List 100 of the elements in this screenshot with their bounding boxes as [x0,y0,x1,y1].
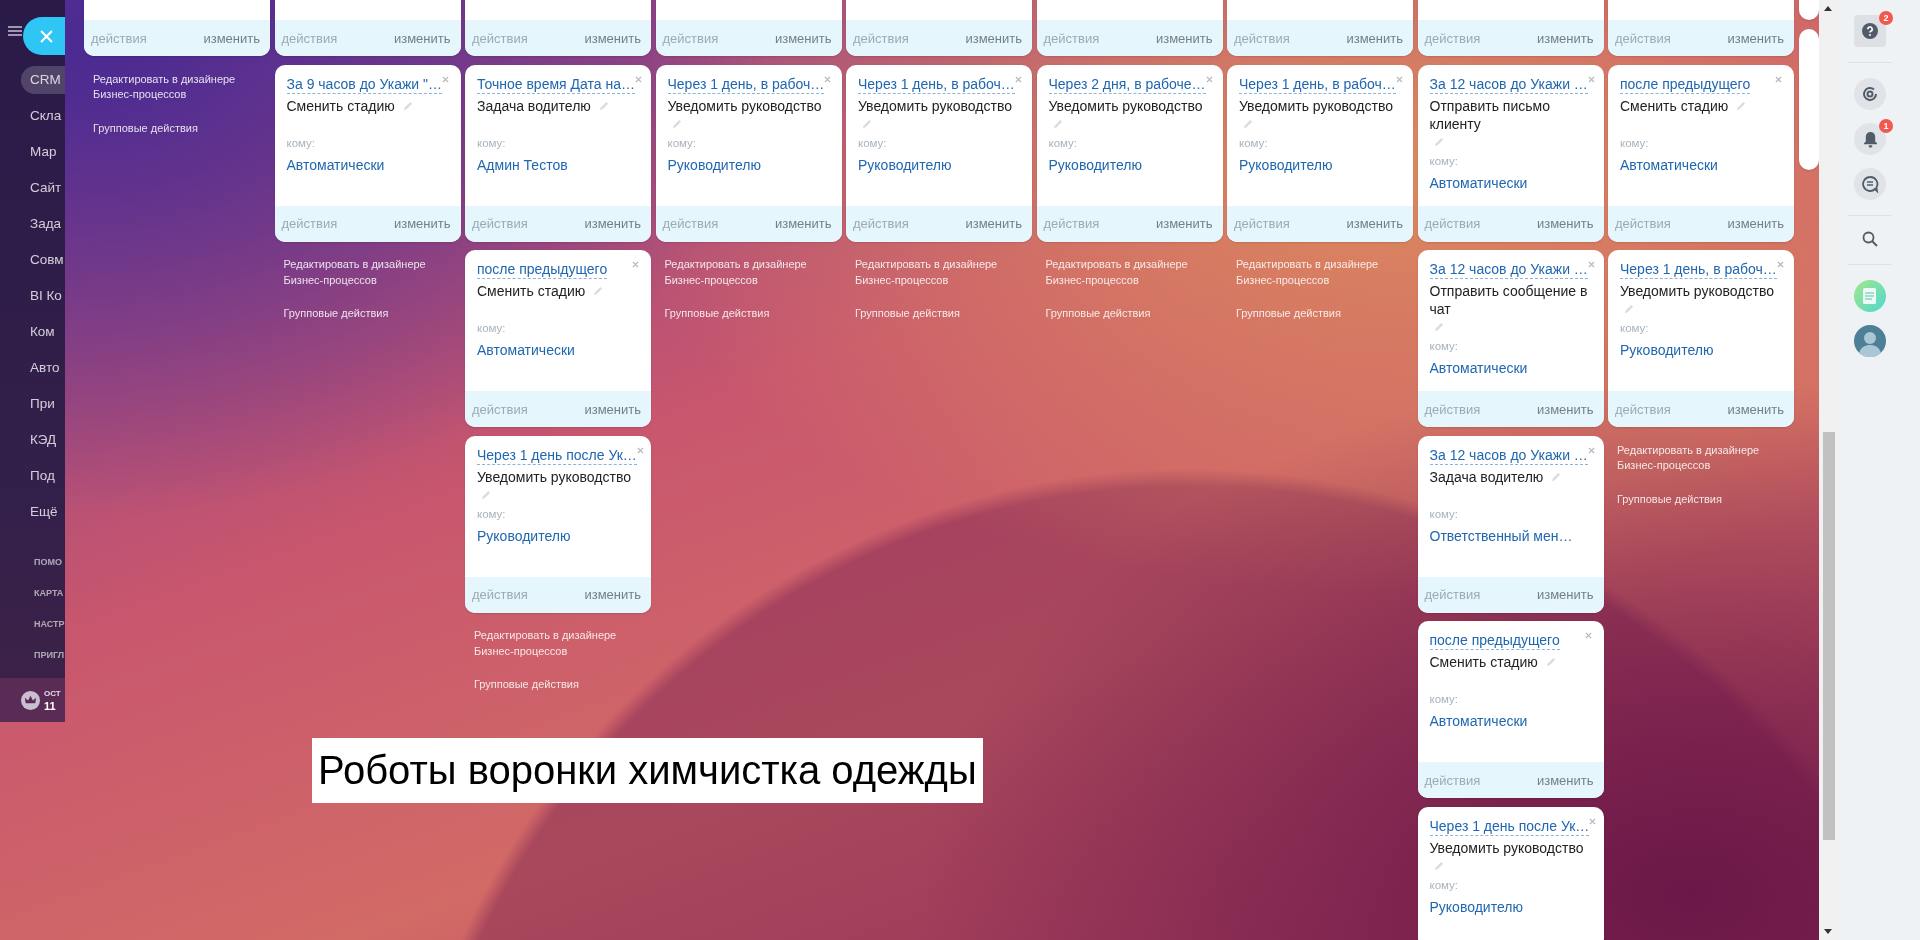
notifications-button[interactable] [1854,123,1886,155]
edit-link[interactable]: изменить [203,30,260,46]
edit-link[interactable]: изменить [965,216,1022,231]
pencil-icon[interactable] [480,489,491,501]
close-icon[interactable] [1395,75,1403,83]
recipient-link[interactable]: Ответственный мен… [1429,527,1573,544]
sidebar-item[interactable]: Скла [21,102,65,130]
recipient-link[interactable]: Автоматически [1429,360,1528,376]
edit-link[interactable]: изменить [584,30,641,46]
sidebar-item[interactable]: Авто [21,354,65,382]
recipient-link[interactable]: Руководителю [1239,156,1333,173]
edit-link[interactable]: изменить [965,30,1022,46]
edit-link[interactable]: изменить [1536,216,1594,231]
scrollbar[interactable] [1819,0,1837,940]
column-link[interactable]: Редактировать в дизайнере Бизнес-процессов [1045,257,1196,288]
edit-link[interactable]: изменить [1536,587,1594,602]
recipient-link[interactable]: Руководителю [477,527,571,544]
condition-link[interactable]: Точное время Дата на… [477,74,635,94]
close-button[interactable] [23,17,65,55]
close-icon[interactable] [1205,75,1213,83]
edit-link[interactable]: изменить [393,30,451,46]
sidebar-link[interactable]: ПОМО [34,547,65,578]
edit-link[interactable]: изменить [1727,216,1784,231]
edit-link[interactable]: изменить [1536,401,1594,417]
column-link[interactable]: Групповые действия [855,306,1005,322]
pencil-icon[interactable] [1051,118,1063,130]
column-link[interactable]: Групповые действия [1617,491,1767,507]
pencil-icon[interactable] [670,118,682,130]
sidebar-item[interactable]: Зада [21,210,65,238]
sidebar-item[interactable]: Мар [21,138,65,166]
pencil-icon[interactable] [597,100,609,112]
sidebar-link[interactable]: ПРИГЛ [34,640,65,671]
edit-link[interactable]: изменить [1727,401,1784,417]
condition-link[interactable]: Через 2 дня, в рабоче… [1048,74,1206,94]
edit-link[interactable]: изменить [1536,772,1594,788]
edit-link[interactable]: изменить [774,216,832,231]
edit-link[interactable]: изменить [393,216,451,231]
condition-link[interactable]: Через 1 день после Ук… [1429,816,1590,836]
column-link[interactable]: Редактировать в дизайнере Бизнес-процессов [855,257,1005,288]
column-link[interactable]: Групповые действия [1045,306,1196,322]
close-icon[interactable] [1776,261,1784,268]
column-link[interactable]: Редактировать в дизайнере Бизнес-процессов [1236,257,1386,288]
close-icon[interactable] [1587,261,1595,268]
pencil-icon[interactable] [861,118,872,130]
condition-link[interactable]: Через 1 день, в рабоч… [1620,260,1777,279]
pencil-icon[interactable] [1242,118,1253,130]
recipient-link[interactable]: Руководителю [858,156,952,173]
edit-link[interactable]: изменить [584,587,641,602]
edit-link[interactable]: изменить [1727,30,1784,46]
pencil-icon[interactable] [1550,471,1562,483]
condition-link[interactable]: Через 1 день, в рабоч… [667,74,825,94]
close-icon[interactable] [1587,75,1595,83]
condition-link[interactable]: За 12 часов до Укажи … [1429,74,1588,94]
condition-link[interactable]: Через 1 день, в рабоч… [1239,74,1396,94]
condition-link[interactable]: За 12 часов до Укажи … [1429,445,1588,465]
close-icon[interactable] [824,75,832,83]
recipient-link[interactable]: Руководителю [1429,898,1523,915]
column-link[interactable]: Редактировать в дизайнере Бизнес-процессов [474,628,624,659]
recipient-link[interactable]: Автоматически [1429,713,1528,729]
column-link[interactable]: Редактировать в дизайнере Бизнес-процессов [283,257,434,288]
document-icon[interactable] [1854,280,1886,312]
sidebar-item[interactable]: Ещё [21,498,65,526]
close-icon[interactable] [632,261,639,268]
column-link[interactable]: Групповые действия [474,677,624,693]
close-icon[interactable] [1584,632,1592,639]
recipient-link[interactable]: Автоматически [1620,156,1718,173]
recipient-link[interactable]: Автоматически [477,342,575,358]
column-link[interactable]: Групповые действия [1236,306,1386,322]
chat-button[interactable] [1854,168,1886,200]
edit-link[interactable]: изменить [1155,216,1213,231]
condition-link[interactable]: после предыдущего [1620,74,1751,94]
column-link[interactable]: Редактировать в дизайнере Бизнес-процессов [1617,442,1767,474]
scrollbar-thumb[interactable] [1823,432,1835,840]
condition-link[interactable]: За 12 часов до Укажи … [1429,260,1588,279]
column-link[interactable]: Групповые действия [93,120,243,136]
edit-link[interactable]: изменить [584,401,641,417]
circle-arrows-button[interactable] [1854,78,1886,110]
sidebar-link[interactable]: КАРТА [34,578,65,609]
edit-link[interactable]: изменить [1346,30,1403,46]
close-icon[interactable] [1587,446,1595,454]
sidebar-item[interactable]: Совм [21,246,65,274]
sidebar-item[interactable]: BI Ко [21,282,65,310]
pencil-icon[interactable] [1544,657,1556,668]
column-link[interactable]: Редактировать в дизайнере Бизнес-процессов [93,71,243,103]
close-icon[interactable] [1775,75,1782,83]
pencil-icon[interactable] [1623,304,1634,315]
sidebar-item[interactable]: Сайт [21,174,65,202]
recipient-link[interactable]: Админ Тестов [477,156,568,173]
menu-icon[interactable] [8,26,22,36]
scroll-up-icon[interactable] [1824,6,1832,11]
close-icon[interactable] [442,75,450,83]
condition-link[interactable]: после предыдущего [1429,631,1560,650]
close-icon[interactable] [1014,75,1022,83]
condition-link[interactable]: после предыдущего [477,260,608,279]
search-icon[interactable] [1862,231,1878,247]
pencil-icon[interactable] [1432,322,1444,333]
pencil-icon[interactable] [401,100,413,112]
pencil-icon[interactable] [1432,860,1444,872]
sidebar-item[interactable]: Ком [21,318,65,346]
condition-link[interactable]: Через 1 день, в рабоч… [858,74,1015,94]
